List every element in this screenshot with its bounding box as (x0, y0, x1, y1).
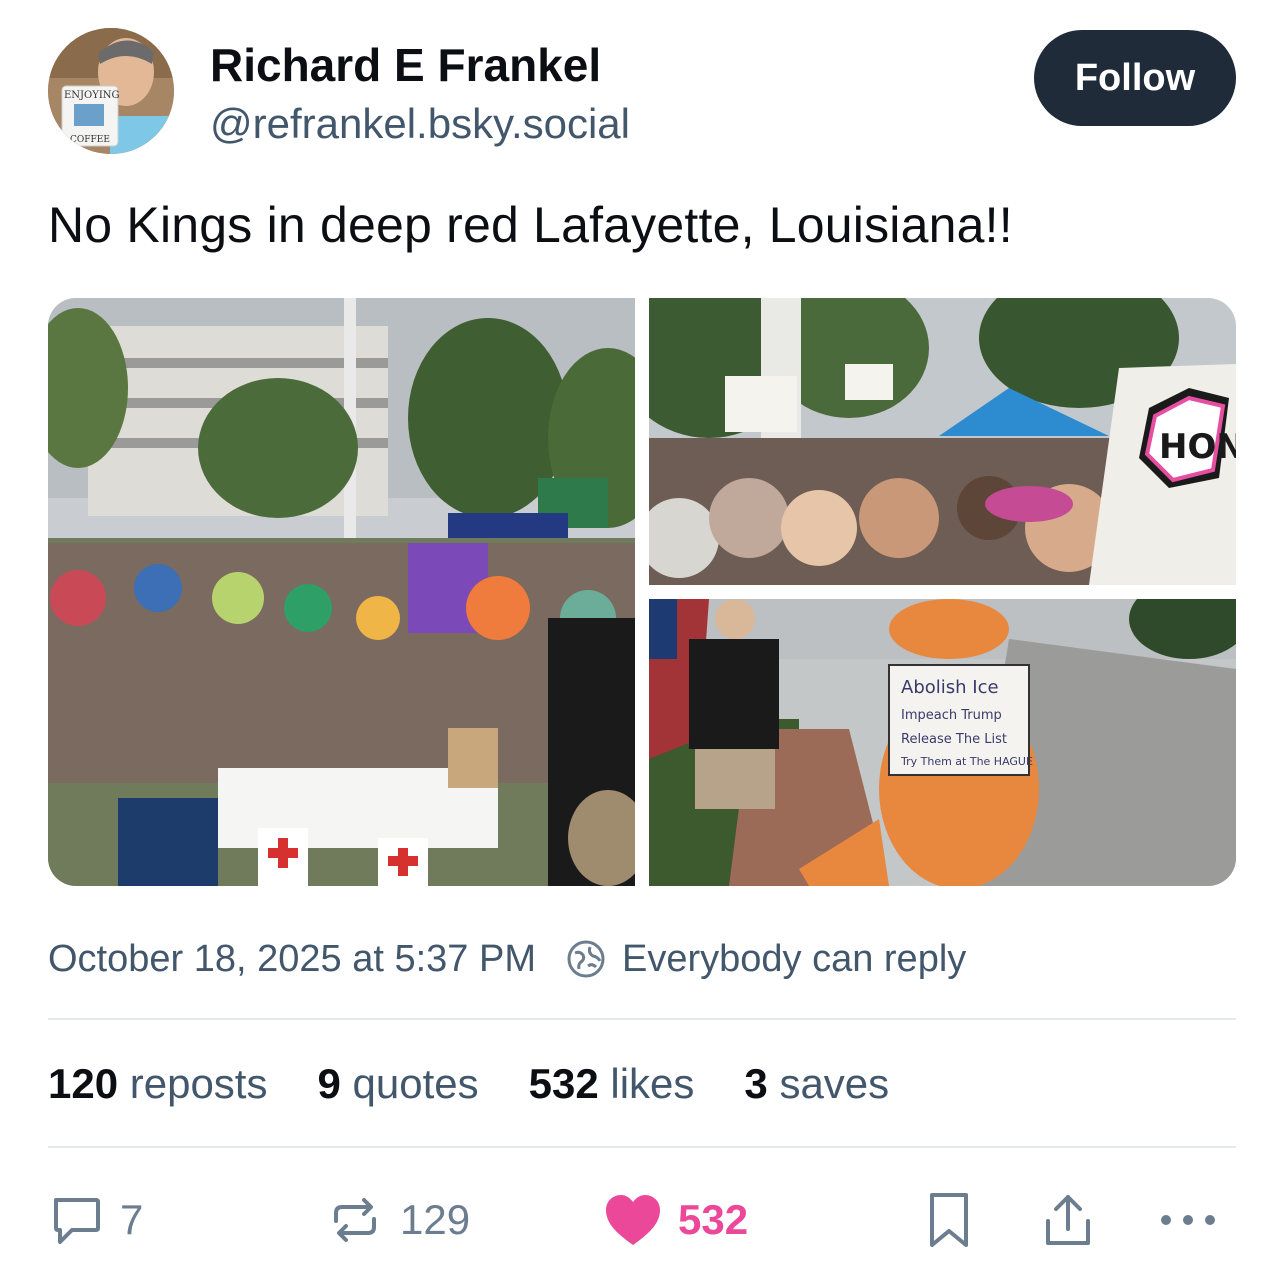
repost-icon (334, 1198, 376, 1242)
reposts-stat[interactable]: 120 reposts (48, 1060, 267, 1108)
svg-text:HON: HON (1159, 427, 1236, 467)
protest-signs-photo[interactable]: HON (649, 298, 1236, 585)
svg-text:Try Them at The HAGUE: Try Them at The HAGUE (900, 755, 1033, 768)
repost-button[interactable]: 129 (326, 1188, 470, 1252)
share-icon (1046, 1195, 1090, 1245)
author-display-name[interactable]: Richard E Frankel (210, 38, 601, 92)
quotes-label: quotes (352, 1060, 479, 1107)
author-handle[interactable]: @refrankel.bsky.social (210, 100, 630, 148)
likes-label: likes (610, 1060, 695, 1107)
bookmark-icon (930, 1193, 968, 1247)
svg-text:Abolish Ice: Abolish Ice (901, 677, 999, 698)
reply-setting: Everybody can reply (621, 937, 967, 980)
follow-button[interactable]: Follow (1034, 30, 1236, 126)
image-gallery: HON Abolish Ice Impeach Trump Release Th… (48, 298, 1236, 886)
svg-text:Impeach Trump: Impeach Trump (901, 708, 1002, 723)
quotes-count: 9 (317, 1060, 341, 1107)
heart-icon (606, 1195, 660, 1245)
post-meta: October 18, 2025 at 5:37 PM Everybody ca… (48, 934, 966, 984)
dinosaur-costume-photo[interactable]: Abolish Ice Impeach Trump Release The Li… (649, 599, 1236, 886)
reposts-count: 120 (48, 1060, 119, 1107)
rally-crowd-photo[interactable] (48, 298, 635, 886)
saves-stat[interactable]: 3 saves (744, 1060, 889, 1108)
svg-text:ENJOYING: ENJOYING (64, 90, 120, 101)
reply-button[interactable]: 7 (48, 1188, 143, 1252)
post-timestamp[interactable]: October 18, 2025 at 5:37 PM (48, 938, 536, 981)
saves-label: saves (779, 1060, 890, 1107)
divider (48, 1146, 1236, 1148)
author-avatar[interactable]: ENJOYING COFFEE (48, 28, 174, 154)
ellipsis-icon (1161, 1215, 1215, 1225)
likes-stat[interactable]: 532 likes (529, 1060, 695, 1108)
quotes-stat[interactable]: 9 quotes (317, 1060, 478, 1108)
globe-icon (567, 940, 605, 978)
reply-count: 7 (120, 1196, 144, 1243)
divider (48, 1018, 1236, 1020)
bookmark-button[interactable] (926, 1188, 972, 1252)
saves-count: 3 (744, 1060, 768, 1107)
more-options-button[interactable] (1158, 1188, 1218, 1252)
like-button[interactable]: 532 (604, 1188, 748, 1252)
reply-icon (54, 1198, 100, 1244)
like-count: 532 (678, 1196, 749, 1243)
post-text: No Kings in deep red Lafayette, Louisian… (48, 197, 1013, 253)
reposts-label: reposts (129, 1060, 268, 1107)
share-button[interactable] (1042, 1188, 1094, 1252)
engagement-stats: 120 reposts 9 quotes 532 likes 3 saves (48, 1056, 939, 1112)
repost-count: 129 (400, 1196, 471, 1243)
likes-count: 532 (528, 1060, 599, 1107)
post-actions: 7 129 532 (48, 1188, 1236, 1252)
svg-text:COFFEE: COFFEE (70, 135, 110, 145)
svg-text:Release The List: Release The List (901, 732, 1007, 747)
post-header: ENJOYING COFFEE Richard E Frankel @refra… (48, 28, 1236, 158)
